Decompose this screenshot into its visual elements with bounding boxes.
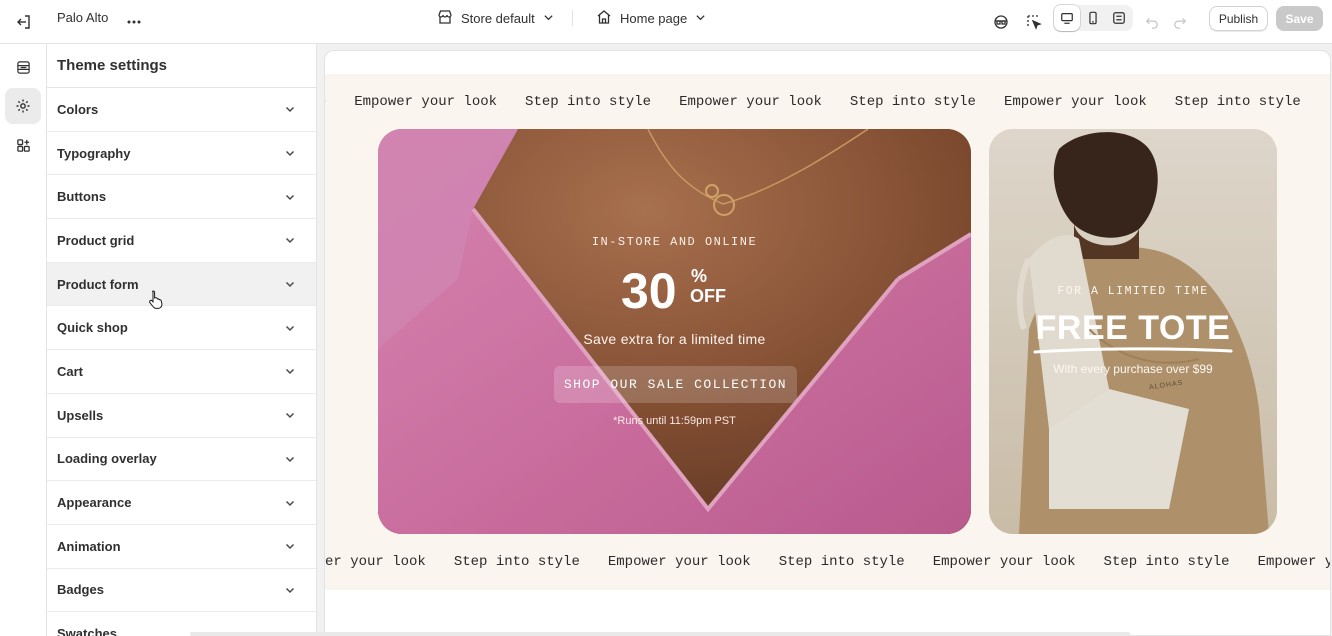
settings-item-badges[interactable]: Badges <box>47 569 316 613</box>
sale-banner-card[interactable]: IN-STORE AND ONLINE 30 % OFF Save extra … <box>378 129 971 534</box>
marquee-bottom: er your look Step into style Empower your … <box>325 554 1330 574</box>
settings-item-buttons[interactable]: Buttons <box>47 175 316 220</box>
marquee-text: Empower your look <box>354 94 498 110</box>
promo-section: yle Empower your look Step into style Empow… <box>325 74 1330 590</box>
settings-gear-icon[interactable] <box>5 88 41 124</box>
marquee-text: Empower your look <box>932 554 1076 570</box>
settings-item-product-form[interactable]: Product form <box>47 262 316 309</box>
marquee-text: Step into style <box>849 94 976 110</box>
settings-item-label: Animation <box>57 538 121 554</box>
page-selector-label: Home page <box>620 10 688 26</box>
settings-item-upsells[interactable]: Upsells <box>47 394 316 438</box>
marquee-text: Empower your look <box>607 554 751 570</box>
settings-item-animation[interactable]: Animation <box>47 525 316 569</box>
settings-item-label: Appearance <box>57 495 132 511</box>
settings-item-cart[interactable]: Cart <box>47 350 316 394</box>
desktop-view-icon[interactable] <box>1054 5 1080 31</box>
storefront-preview: yle Empower your look Step into style Empow… <box>324 50 1331 636</box>
chevron-down-icon <box>284 409 296 421</box>
store-selector-label: Store default <box>461 10 535 26</box>
settings-item-colors[interactable]: Colors <box>47 88 316 132</box>
settings-item-label: Badges <box>57 582 104 598</box>
tote-underline-decoration <box>1033 347 1233 354</box>
chevron-down-icon <box>284 278 296 290</box>
exit-icon[interactable] <box>10 8 38 36</box>
device-toggle-group <box>1053 5 1133 31</box>
settings-item-quick-shop[interactable]: Quick shop <box>47 306 316 351</box>
theme-settings-panel: Theme settings Colors Typography Buttons Pr… <box>47 44 317 636</box>
marquee-text: Step into style <box>453 554 580 570</box>
marquee-text: Step into style <box>1103 554 1230 570</box>
publish-button[interactable]: Publish <box>1209 6 1268 31</box>
horizontal-scrollbar[interactable] <box>190 632 1130 636</box>
sale-note: *Runs until 11:59pm PST <box>613 415 736 427</box>
tote-title: FREE TOTE <box>1035 309 1231 347</box>
marquee-text: Empower your look <box>679 94 822 110</box>
chevron-down-icon <box>284 322 296 334</box>
sale-subtitle: Save extra for a limited time <box>583 331 766 347</box>
home-icon <box>596 9 612 28</box>
marquee-text: er your look <box>325 554 426 570</box>
settings-item-label: Loading overlay <box>57 451 157 467</box>
shop-sale-button[interactable]: SHOP OUR SALE COLLECTION <box>554 366 797 403</box>
sale-overline: IN-STORE AND ONLINE <box>591 235 758 249</box>
settings-item-loading-overlay[interactable]: Loading overlay <box>47 438 316 482</box>
free-tote-card[interactable]: FOR A LIMITED TIME FREE TOTE With every … <box>989 129 1277 534</box>
top-bar: Palo Alto Store default Home page Publis… <box>0 0 1332 44</box>
store-selector[interactable]: Store default <box>437 0 554 36</box>
panel-title: Theme settings <box>47 44 316 88</box>
inspector-icon[interactable] <box>1020 8 1048 36</box>
chevron-down-icon <box>284 191 296 203</box>
chevron-down-icon <box>284 453 296 465</box>
marquee-text: Empower your look <box>1003 94 1147 110</box>
chevron-down-icon <box>284 365 296 377</box>
settings-item-label: Typography <box>57 145 131 161</box>
tote-subtitle: With every purchase over $99 <box>1053 362 1213 376</box>
theme-icon[interactable] <box>987 8 1015 36</box>
undo-icon[interactable] <box>1138 8 1166 36</box>
settings-item-typography[interactable]: Typography <box>47 132 316 176</box>
off-label: OFF <box>690 286 726 306</box>
more-options-icon[interactable] <box>120 8 148 36</box>
settings-item-label: Buttons <box>57 189 107 205</box>
chevron-down-icon <box>284 584 296 596</box>
settings-item-product-grid[interactable]: Product grid <box>47 219 316 263</box>
settings-item-appearance[interactable]: Appearance <box>47 481 316 525</box>
store-name: Palo Alto <box>57 10 109 25</box>
settings-item-label: Product form <box>57 276 139 292</box>
page-selector[interactable]: Home page <box>596 0 706 36</box>
fullscreen-view-icon[interactable] <box>1106 5 1132 31</box>
redo-icon[interactable] <box>1166 8 1194 36</box>
marquee-text: Empower your loo <box>1257 554 1330 570</box>
marquee-text: Step into style <box>525 94 652 110</box>
chevron-down-icon <box>543 11 554 26</box>
chevron-down-icon <box>284 234 296 246</box>
percent-sign: % <box>691 266 708 286</box>
settings-item-label: Cart <box>57 363 84 379</box>
tote-overline: FOR A LIMITED TIME <box>1057 285 1209 298</box>
chevron-down-icon <box>284 497 296 509</box>
chevron-down-icon <box>695 11 706 26</box>
marquee-text: Step into style <box>1174 94 1301 110</box>
apps-icon[interactable] <box>5 127 41 163</box>
mobile-view-icon[interactable] <box>1080 5 1106 31</box>
marquee-top: yle Empower your look Step into style Empow… <box>325 94 1308 114</box>
settings-accordion-list: Colors Typography Buttons Product grid Produ… <box>47 88 316 636</box>
marquee-text: Step into style <box>778 554 905 570</box>
settings-item-label: Upsells <box>57 407 104 423</box>
sale-percentage: 30 <box>621 263 677 319</box>
sections-icon[interactable] <box>5 49 41 85</box>
divider <box>572 10 573 26</box>
marquee-text: yle <box>325 94 326 110</box>
save-button[interactable]: Save <box>1276 6 1323 31</box>
chevron-down-icon <box>284 147 296 159</box>
settings-item-label: Colors <box>57 101 99 117</box>
store-icon <box>437 9 453 28</box>
left-rail <box>0 44 47 636</box>
settings-item-label: Product grid <box>57 232 135 248</box>
settings-item-label: Quick shop <box>57 320 128 336</box>
settings-item-label: Swatches <box>57 626 117 636</box>
chevron-down-icon <box>284 540 296 552</box>
chevron-down-icon <box>284 103 296 115</box>
